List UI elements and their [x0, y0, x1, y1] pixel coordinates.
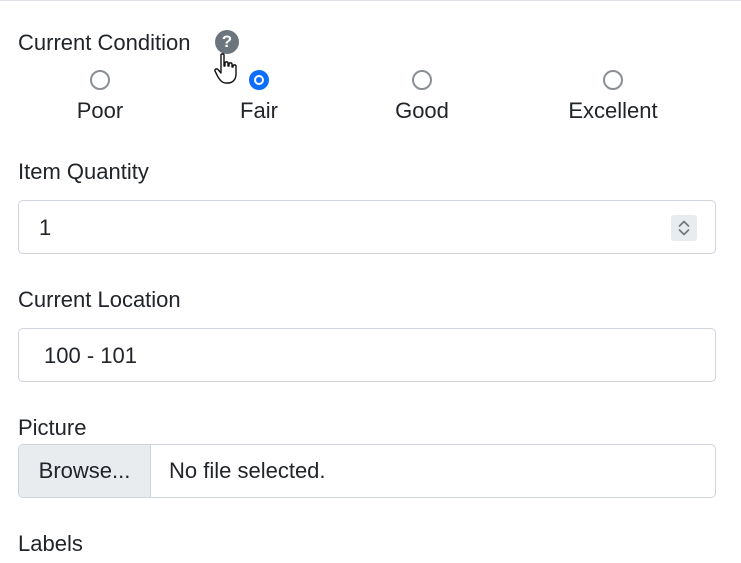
location-label: Current Location	[18, 287, 181, 312]
quantity-stepper[interactable]	[671, 215, 697, 241]
picture-label: Picture	[18, 415, 87, 440]
picture-file-input[interactable]: Browse... No file selected.	[18, 444, 716, 498]
top-divider	[0, 0, 741, 1]
radio-option-fair[interactable]: Fair	[179, 66, 339, 126]
radio-label-excellent: Excellent	[568, 98, 658, 123]
radio-button-poor[interactable]	[90, 70, 110, 90]
up-down-chevron-icon	[678, 220, 690, 236]
quantity-label: Item Quantity	[18, 159, 149, 184]
condition-radio-group: Poor Fair Good Excellent	[0, 66, 741, 126]
file-status-text: No file selected.	[169, 458, 326, 483]
radio-option-good[interactable]: Good	[342, 66, 502, 126]
radio-option-excellent[interactable]: Excellent	[533, 66, 693, 126]
help-icon[interactable]: ?	[215, 30, 239, 54]
quantity-input[interactable]: 1	[18, 200, 716, 254]
labels-label: Labels	[18, 531, 83, 556]
radio-label-good: Good	[395, 98, 449, 123]
radio-label-poor: Poor	[76, 98, 124, 123]
radio-button-good[interactable]	[412, 70, 432, 90]
radio-option-poor[interactable]: Poor	[20, 66, 180, 126]
location-input[interactable]: 100 - 101	[18, 328, 716, 382]
radio-label-fair: Fair	[240, 98, 278, 123]
radio-button-fair[interactable]	[249, 70, 269, 90]
condition-label: Current Condition	[18, 30, 191, 55]
browse-button[interactable]: Browse...	[19, 445, 151, 497]
radio-button-excellent[interactable]	[603, 70, 623, 90]
quantity-value: 1	[39, 215, 52, 240]
location-value: 100 - 101	[44, 343, 137, 368]
